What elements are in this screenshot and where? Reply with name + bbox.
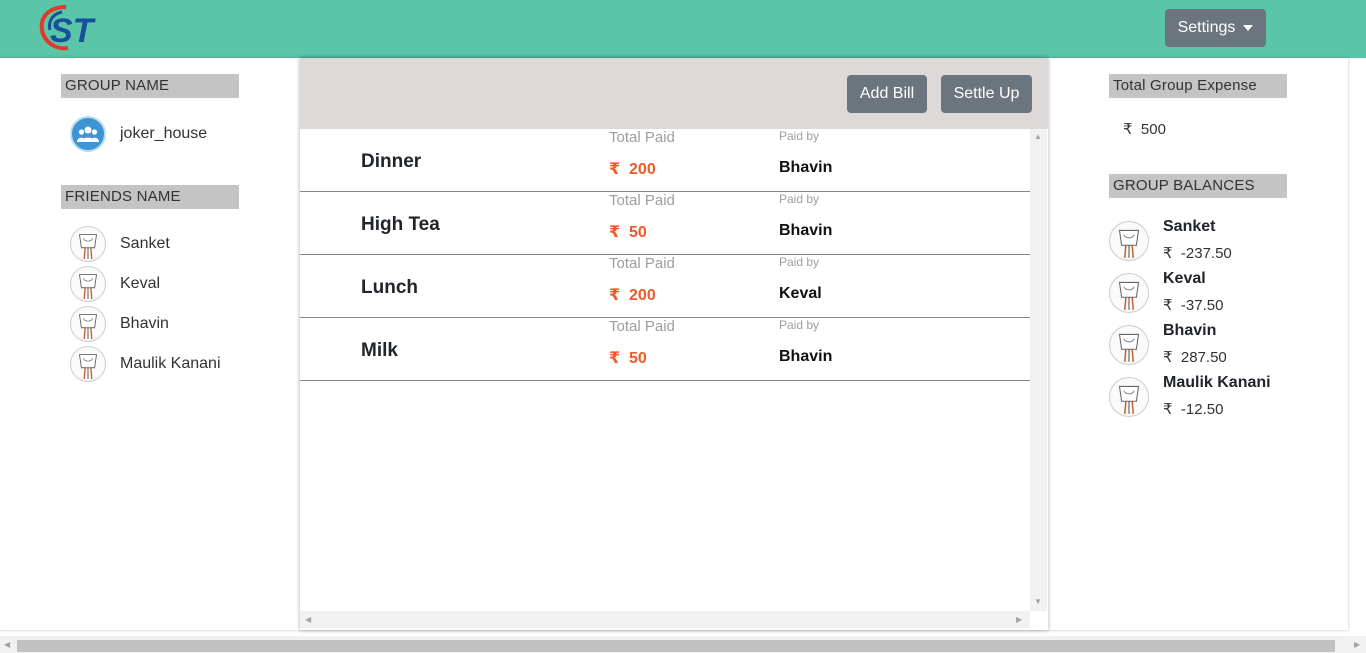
balance-item[interactable]: Bhavin ₹ 287.50 <box>1109 322 1227 366</box>
group-users-icon <box>70 116 106 152</box>
balance-name: Sanket <box>1163 218 1216 235</box>
scroll-left-icon[interactable]: ◀ <box>305 615 311 624</box>
rupee-icon: ₹ <box>1163 401 1173 418</box>
paid-by-name: Keval <box>779 285 822 302</box>
total-paid-amount: ₹ 50 <box>609 348 647 368</box>
add-bill-button[interactable]: Add Bill <box>847 75 927 113</box>
scroll-right-icon[interactable]: ▶ <box>1016 615 1022 624</box>
balance-name: Bhavin <box>1163 322 1217 339</box>
total-paid-label: Total Paid <box>609 192 675 209</box>
total-paid-amount: ₹ 200 <box>609 159 656 179</box>
total-paid-label: Total Paid <box>609 255 675 272</box>
bill-amount: 50 <box>629 224 647 241</box>
bill-row[interactable]: Milk Total Paid ₹ 50 Paid by Bhavin <box>300 318 1030 381</box>
friend-name: Keval <box>120 275 161 292</box>
balance-value: -237.50 <box>1180 245 1232 262</box>
paid-by-name: Bhavin <box>779 348 833 365</box>
rupee-icon: ₹ <box>1163 349 1173 366</box>
paid-by-label: Paid by <box>779 192 820 206</box>
rupee-icon: ₹ <box>609 287 621 304</box>
scroll-up-icon[interactable]: ▲ <box>1034 132 1042 141</box>
total-paid-amount: ₹ 200 <box>609 285 656 305</box>
navbar: ST Settings <box>0 0 1366 58</box>
paid-by-name: Bhavin <box>779 159 833 176</box>
friend-name: Bhavin <box>120 315 169 332</box>
bills-toolbar: Add Bill Settle Up <box>300 58 1048 129</box>
balance-amount: ₹ 287.50 <box>1163 348 1227 366</box>
total-paid-amount: ₹ 50 <box>609 222 647 242</box>
bill-list-horizontal-scrollbar[interactable]: ◀ ▶ <box>300 611 1030 628</box>
avatar <box>70 226 106 262</box>
friend-item[interactable]: Maulik Kanani <box>70 346 221 382</box>
scroll-down-icon[interactable]: ▼ <box>1034 597 1042 606</box>
paid-by-label: Paid by <box>779 129 820 143</box>
balance-item[interactable]: Sanket ₹ -237.50 <box>1109 218 1232 262</box>
group-item[interactable]: joker_house <box>70 116 207 152</box>
paid-by-label: Paid by <box>779 255 820 269</box>
friend-name: Sanket <box>120 235 170 252</box>
balance-amount: ₹ -12.50 <box>1163 400 1271 418</box>
settings-dropdown-button[interactable]: Settings <box>1165 9 1266 47</box>
balance-item[interactable]: Keval ₹ -37.50 <box>1109 270 1223 314</box>
bill-name: Dinner <box>361 151 422 172</box>
bills-panel: Add Bill Settle Up Dinner Total Paid ₹ 2… <box>300 58 1048 630</box>
rupee-icon: ₹ <box>1123 121 1133 138</box>
scroll-left-icon[interactable]: ◀ <box>4 640 10 649</box>
total-paid-label: Total Paid <box>609 318 675 335</box>
avatar <box>1109 377 1149 417</box>
friend-item[interactable]: Keval <box>70 266 160 302</box>
rupee-icon: ₹ <box>609 350 621 367</box>
total-expense-header: Total Group Expense <box>1109 74 1287 98</box>
scroll-right-icon[interactable]: ▶ <box>1354 640 1360 649</box>
friend-item[interactable]: Bhavin <box>70 306 169 342</box>
balance-item[interactable]: Maulik Kanani ₹ -12.50 <box>1109 374 1271 418</box>
friend-name: Maulik Kanani <box>120 355 221 372</box>
balance-amount: ₹ -37.50 <box>1163 296 1223 314</box>
total-paid-label: Total Paid <box>609 129 675 146</box>
balance-value: 287.50 <box>1180 349 1227 366</box>
bill-name: Lunch <box>361 277 418 298</box>
avatar <box>70 346 106 382</box>
balance-amount: ₹ -237.50 <box>1163 244 1232 262</box>
total-expense-amount: 500 <box>1140 121 1166 138</box>
balance-name: Keval <box>1163 270 1206 287</box>
bill-row[interactable]: Dinner Total Paid ₹ 200 Paid by Bhavin <box>300 129 1030 192</box>
bill-name: Milk <box>361 340 398 361</box>
group-balances-header: GROUP BALANCES <box>1109 174 1287 198</box>
app-logo[interactable]: ST <box>38 4 126 54</box>
avatar <box>1109 221 1149 261</box>
friends-name-header: FRIENDS NAME <box>61 185 239 209</box>
bill-list[interactable]: Dinner Total Paid ₹ 200 Paid by Bhavin H… <box>300 129 1030 611</box>
group-name-header: GROUP NAME <box>61 74 239 98</box>
balance-name: Maulik Kanani <box>1163 374 1271 391</box>
paid-by-label: Paid by <box>779 318 820 332</box>
rupee-icon: ₹ <box>1163 297 1173 314</box>
bill-row[interactable]: Lunch Total Paid ₹ 200 Paid by Keval <box>300 255 1030 318</box>
balance-value: -12.50 <box>1180 401 1224 418</box>
group-name-text: joker_house <box>120 125 208 142</box>
page-horizontal-scrollbar[interactable]: ◀ ▶ <box>0 636 1366 653</box>
balance-value: -37.50 <box>1180 297 1224 314</box>
bill-amount: 50 <box>629 350 647 367</box>
avatar <box>70 306 106 342</box>
bill-list-vertical-scrollbar[interactable]: ▲ ▼ <box>1030 129 1047 611</box>
avatar <box>1109 273 1149 313</box>
scrollbar-thumb[interactable] <box>17 640 1335 652</box>
bill-name: High Tea <box>361 214 440 235</box>
bill-row[interactable]: High Tea Total Paid ₹ 50 Paid by Bhavin <box>300 192 1030 255</box>
avatar <box>70 266 106 302</box>
settle-up-button[interactable]: Settle Up <box>941 75 1032 113</box>
settings-label: Settings <box>1177 19 1236 36</box>
avatar <box>1109 325 1149 365</box>
svg-text:ST: ST <box>50 12 97 50</box>
caret-down-icon <box>1243 25 1254 31</box>
total-expense-value: ₹ 500 <box>1123 120 1166 138</box>
paid-by-name: Bhavin <box>779 222 833 239</box>
friend-item[interactable]: Sanket <box>70 226 170 262</box>
bill-amount: 200 <box>629 287 656 304</box>
bill-amount: 200 <box>629 161 656 178</box>
rupee-icon: ₹ <box>1163 245 1173 262</box>
rupee-icon: ₹ <box>609 161 621 178</box>
rupee-icon: ₹ <box>609 224 621 241</box>
